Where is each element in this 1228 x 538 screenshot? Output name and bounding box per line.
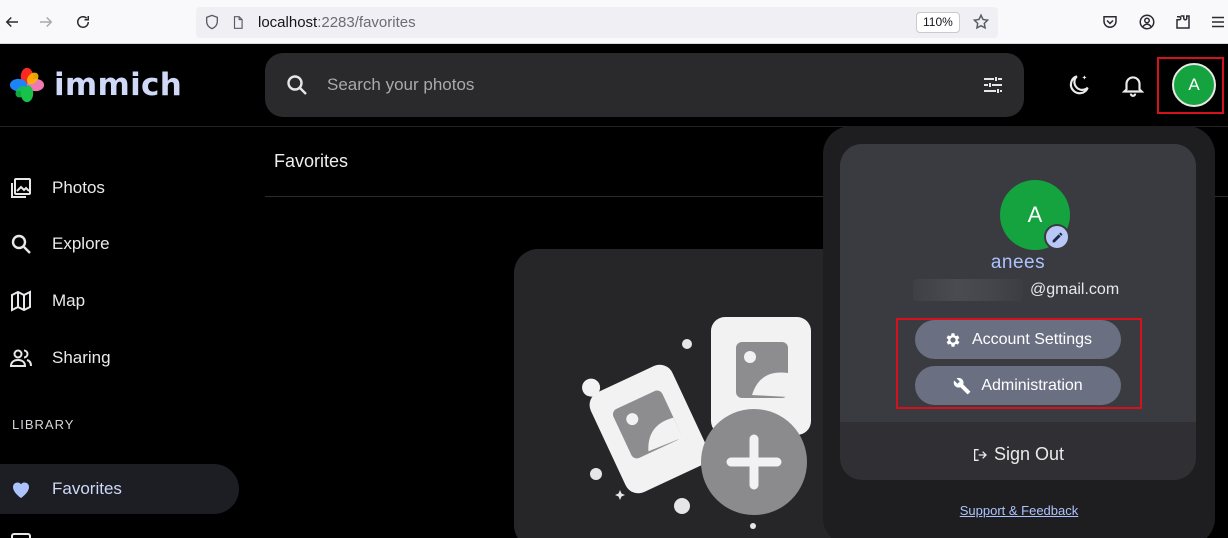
sidebar-item-label: Photos xyxy=(52,178,105,197)
zoom-level-button[interactable]: 110% xyxy=(916,12,960,33)
url-host: localhost xyxy=(258,14,318,31)
url-text[interactable]: localhost:2283/favorites xyxy=(258,14,416,31)
search-filter-icon[interactable] xyxy=(981,73,1005,97)
user-name: anees xyxy=(990,252,1046,273)
photos-icon xyxy=(8,175,34,201)
edit-avatar-button[interactable] xyxy=(1044,224,1070,250)
email-redacted-blur xyxy=(913,279,1023,301)
extensions-icon[interactable] xyxy=(1173,12,1193,32)
sidebar-item-favorites[interactable]: Favorites xyxy=(0,464,239,514)
back-arrow-icon[interactable] xyxy=(0,10,24,34)
app-logo[interactable]: immich xyxy=(8,66,182,104)
search-input[interactable] xyxy=(327,71,947,99)
sign-out-label: Sign Out xyxy=(993,444,1065,464)
empty-state-card[interactable] xyxy=(514,249,854,538)
page-title: Favorites xyxy=(274,151,349,171)
heart-icon xyxy=(8,476,34,502)
bookmark-star-icon[interactable] xyxy=(972,13,990,31)
forward-arrow-icon[interactable] xyxy=(34,10,58,34)
sidebar-item-sharing[interactable]: Sharing xyxy=(0,333,239,383)
sidebar-item-label: Map xyxy=(52,291,86,310)
search-bar[interactable] xyxy=(265,53,1024,117)
buttons-highlight-box xyxy=(896,318,1142,409)
sidebar-item-partial[interactable] xyxy=(0,520,239,538)
shield-icon[interactable] xyxy=(204,14,220,30)
account-info-card: A anees @gmail.com Account Settings Admi… xyxy=(840,144,1196,480)
sidebar-item-explore[interactable]: Explore xyxy=(0,219,239,269)
sidebar-section-library: LIBRARY xyxy=(12,417,75,432)
pencil-icon xyxy=(1052,232,1062,242)
empty-favorites-illustration xyxy=(582,317,811,529)
immich-logo-icon xyxy=(9,67,45,103)
account-icon[interactable] xyxy=(1137,12,1157,32)
sidebar-item-label: Explore xyxy=(52,234,110,253)
sidebar-item-photos[interactable]: Photos xyxy=(0,163,239,213)
pocket-icon[interactable] xyxy=(1100,12,1120,32)
browser-toolbar: localhost:2283/favorites 110% xyxy=(0,0,1228,44)
menu-icon[interactable] xyxy=(1208,12,1228,32)
support-feedback-link[interactable]: Support & Feedback xyxy=(823,503,1215,518)
archive-icon xyxy=(8,530,34,538)
search-icon[interactable] xyxy=(285,73,309,97)
sign-out-button[interactable]: Sign Out xyxy=(840,429,1196,480)
sidebar-item-map[interactable]: Map xyxy=(0,276,239,326)
theme-toggle-moon-icon[interactable] xyxy=(1066,72,1092,98)
user-email-domain: @gmail.com xyxy=(1030,281,1120,298)
reload-icon[interactable] xyxy=(71,10,95,34)
people-icon xyxy=(8,345,34,371)
search-icon xyxy=(8,231,34,257)
notification-bell-icon[interactable] xyxy=(1120,72,1146,98)
logo-text: immich xyxy=(54,67,183,103)
sidebar-item-label: Sharing xyxy=(52,348,111,367)
url-path: :2283/favorites xyxy=(317,14,416,31)
page-icon xyxy=(233,16,243,29)
user-avatar-button[interactable]: A xyxy=(1172,63,1216,107)
address-bar[interactable]: localhost:2283/favorites 110% xyxy=(196,7,998,38)
sidebar-item-label: Favorites xyxy=(52,479,122,498)
logout-icon xyxy=(972,447,988,463)
map-icon xyxy=(8,288,34,314)
